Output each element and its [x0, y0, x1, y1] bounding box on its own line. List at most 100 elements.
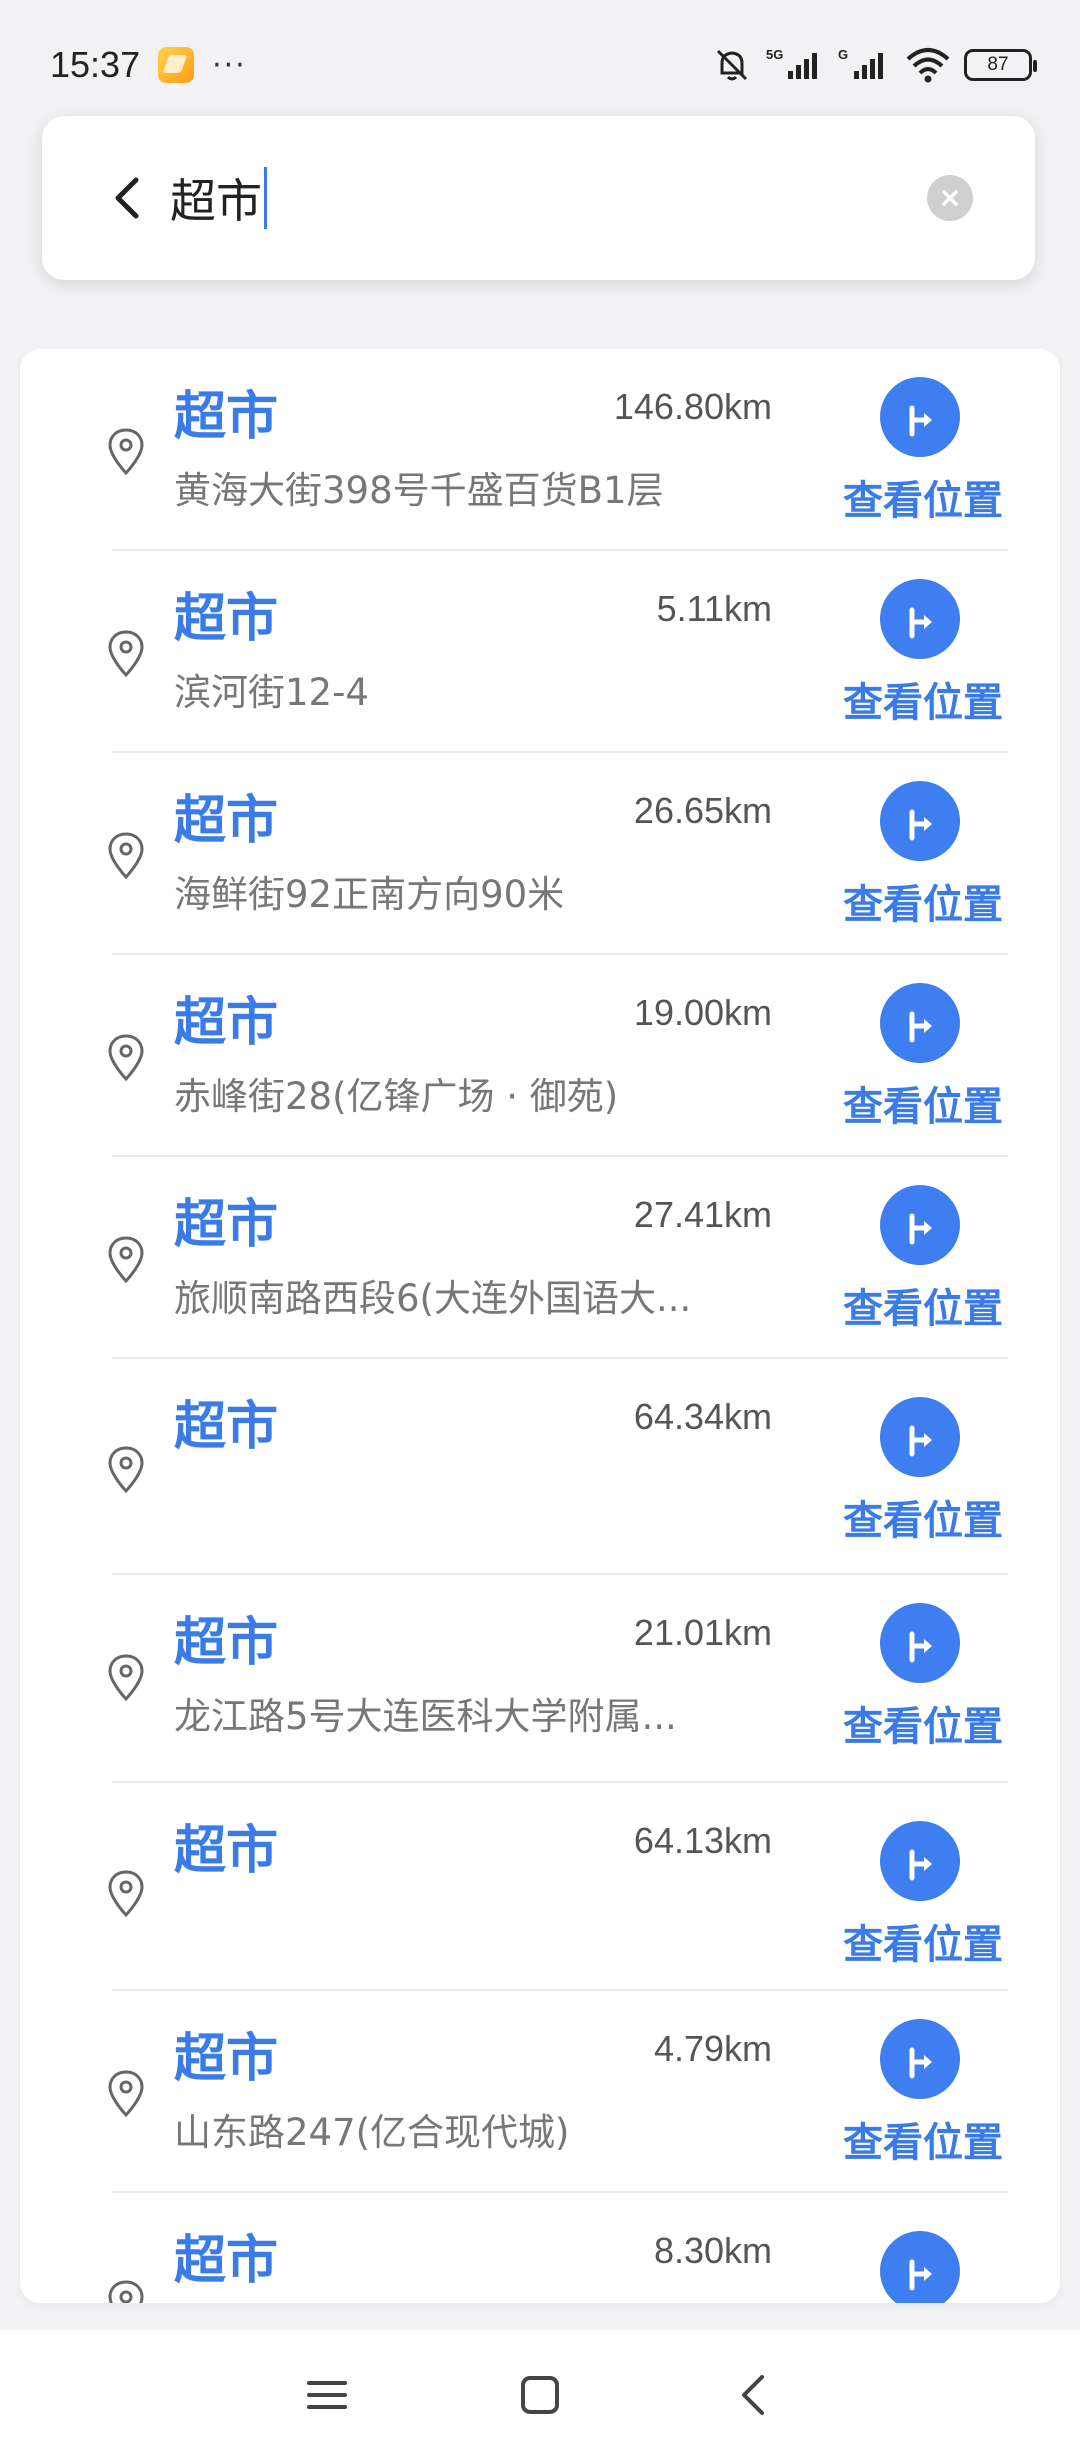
navigate-button[interactable]	[880, 1603, 960, 1683]
turn-right-icon	[909, 2047, 932, 2079]
turn-right-icon	[909, 607, 932, 639]
result-row[interactable]: 超市 4.79km 山东路247(亿合现代城) 查看位置	[92, 1991, 1008, 2193]
chevron-left-icon	[115, 177, 139, 219]
turn-right-icon	[909, 809, 932, 841]
back-button[interactable]	[98, 168, 158, 228]
result-distance: 26.65km	[633, 790, 772, 831]
result-row[interactable]: 超市 146.80km 黄海大街398号千盛百货B1层 查看位置	[92, 349, 1008, 551]
navigate-button[interactable]	[880, 2019, 960, 2099]
navigate-button[interactable]	[880, 983, 960, 1063]
status-right: 5G G 87	[712, 45, 1037, 85]
location-pin-icon	[108, 1236, 144, 1284]
signal-g-icon: G	[836, 45, 892, 85]
navigate-button[interactable]	[880, 2231, 960, 2303]
result-title[interactable]: 超市	[174, 1617, 278, 1669]
turn-right-icon	[909, 1631, 932, 1663]
location-pin-icon	[108, 1870, 144, 1918]
result-row[interactable]: 超市 64.13km 查看位置	[92, 1783, 1008, 1991]
result-distance: 64.34km	[633, 1396, 772, 1437]
result-title[interactable]: 超市	[174, 593, 278, 645]
result-row[interactable]: 超市 64.34km 查看位置	[92, 1359, 1008, 1575]
svg-text:G: G	[838, 47, 848, 62]
navigate-button[interactable]	[880, 1397, 960, 1477]
text-cursor	[264, 167, 267, 229]
view-location-link[interactable]: 查看位置	[838, 1087, 1008, 1127]
search-input[interactable]: 超市	[170, 165, 927, 231]
result-distance: 27.41km	[633, 1194, 772, 1235]
location-pin-icon	[108, 1034, 144, 1082]
result-row[interactable]: 超市 21.01km 龙江路5号大连医科大学附属... 查看位置	[92, 1575, 1008, 1783]
turn-right-icon	[909, 1011, 932, 1043]
result-row[interactable]: 超市 27.41km 旅顺南路西段6(大连外国语大... 查看位置	[92, 1157, 1008, 1359]
view-location-link[interactable]: 查看位置	[838, 2123, 1008, 2163]
home-icon	[520, 2376, 559, 2414]
mute-bell-icon	[712, 45, 752, 85]
result-row[interactable]: 超市 8.30km 查看位置	[92, 2193, 1008, 2303]
location-pin-icon	[108, 630, 144, 678]
location-pin-icon	[108, 832, 144, 880]
location-pin-icon	[108, 1446, 144, 1494]
result-title[interactable]: 超市	[174, 1401, 278, 1453]
result-address: 赤峰街28(亿锋广场 · 御苑)	[174, 1075, 619, 1118]
view-location-link[interactable]: 查看位置	[838, 683, 1008, 723]
turn-right-icon	[909, 2259, 932, 2291]
back-icon	[742, 2375, 765, 2415]
location-pin-icon	[108, 2070, 144, 2118]
view-location-link[interactable]: 查看位置	[838, 1501, 1008, 1541]
menu-icon	[306, 2381, 347, 2409]
result-row[interactable]: 超市 5.11km 滨河街12-4 查看位置	[92, 551, 1008, 753]
location-pin-icon	[108, 428, 144, 476]
turn-right-icon	[909, 405, 932, 437]
result-title[interactable]: 超市	[174, 795, 278, 847]
result-row[interactable]: 超市 26.65km 海鲜街92正南方向90米 查看位置	[92, 753, 1008, 955]
result-distance: 4.79km	[653, 2028, 772, 2069]
result-distance: 19.00km	[633, 992, 772, 1033]
turn-right-icon	[909, 1425, 932, 1457]
view-location-link[interactable]: 查看位置	[838, 1925, 1008, 1965]
view-location-link[interactable]: 查看位置	[838, 1707, 1008, 1747]
view-location-link[interactable]: 查看位置	[838, 1289, 1008, 1329]
result-distance: 8.30km	[653, 2230, 772, 2271]
navigate-button[interactable]	[880, 1185, 960, 1265]
result-title[interactable]: 超市	[174, 2235, 278, 2287]
navigate-button[interactable]	[880, 377, 960, 457]
search-query: 超市	[170, 174, 262, 228]
status-bar: 15:37 ··· 5G G 87	[0, 0, 1080, 130]
result-distance: 21.01km	[633, 1612, 772, 1653]
result-row[interactable]: 超市 19.00km 赤峰街28(亿锋广场 · 御苑) 查看位置	[92, 955, 1008, 1157]
home-button[interactable]	[500, 2355, 580, 2435]
result-title[interactable]: 超市	[174, 997, 278, 1049]
view-location-link[interactable]: 查看位置	[838, 885, 1008, 925]
turn-right-icon	[909, 1849, 932, 1881]
view-location-link[interactable]: 查看位置	[838, 481, 1008, 521]
result-distance: 146.80km	[613, 386, 772, 427]
result-address: 海鲜街92正南方向90米	[174, 873, 565, 916]
menu-button[interactable]	[287, 2355, 367, 2435]
results-list: 超市 146.80km 黄海大街398号千盛百货B1层 查看位置 超市 5.11…	[20, 349, 1060, 2303]
more-notifications-icon: ···	[212, 47, 247, 83]
clear-button[interactable]	[927, 175, 973, 221]
result-address: 滨河街12-4	[174, 671, 369, 714]
result-address: 山东路247(亿合现代城)	[174, 2111, 570, 2154]
status-left: 15:37 ···	[50, 44, 247, 86]
navigate-button[interactable]	[880, 781, 960, 861]
battery-indicator: 87	[964, 49, 1037, 81]
system-back-button[interactable]	[713, 2355, 793, 2435]
signal-5g-icon: 5G	[764, 45, 824, 85]
clear-icon	[942, 190, 958, 206]
result-distance: 64.13km	[633, 1820, 772, 1861]
location-pin-icon	[108, 1654, 144, 1702]
result-title[interactable]: 超市	[174, 1199, 278, 1251]
result-title[interactable]: 超市	[174, 391, 278, 443]
search-bar: 超市	[42, 116, 1035, 280]
result-title[interactable]: 超市	[174, 1825, 278, 1877]
status-time: 15:37	[50, 44, 141, 85]
result-address: 黄海大街398号千盛百货B1层	[174, 469, 664, 512]
turn-right-icon	[909, 1213, 932, 1245]
system-nav-bar	[0, 2330, 1080, 2460]
navigate-button[interactable]	[880, 579, 960, 659]
result-title[interactable]: 超市	[174, 2033, 278, 2085]
result-address: 龙江路5号大连医科大学附属...	[174, 1695, 677, 1738]
result-distance: 5.11km	[656, 588, 772, 629]
navigate-button[interactable]	[880, 1821, 960, 1901]
